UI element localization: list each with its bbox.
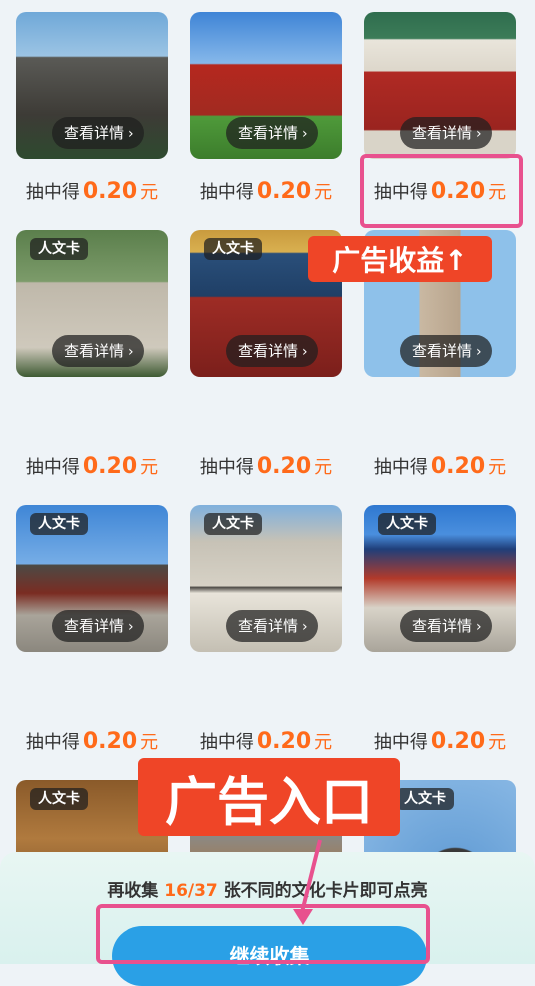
- view-details-button[interactable]: 查看详情 ›: [400, 335, 492, 367]
- card-tag: 人文卡: [378, 513, 436, 535]
- prize-label: 抽中得 0.20 元: [373, 729, 507, 754]
- chevron-right-icon: ›: [128, 126, 134, 142]
- view-details-button[interactable]: 查看详情 ›: [400, 117, 492, 149]
- prize-label: 抽中得 0.20 元: [373, 454, 507, 479]
- view-details-button[interactable]: 查看详情 ›: [52, 610, 144, 642]
- view-details-button[interactable]: 查看详情 ›: [52, 117, 144, 149]
- culture-card-3[interactable]: 查看详情 ›: [364, 12, 516, 159]
- view-details-button[interactable]: 查看详情 ›: [226, 610, 318, 642]
- view-details-button[interactable]: 查看详情 ›: [226, 335, 318, 367]
- chevron-right-icon: ›: [476, 126, 482, 142]
- chevron-right-icon: ›: [476, 619, 482, 635]
- culture-card-8[interactable]: 人文卡 查看详情 ›: [190, 505, 342, 652]
- annotation-arrowhead-icon: [293, 909, 313, 925]
- card-tag: 人文卡: [30, 513, 88, 535]
- ad-revenue-label: 广告收益↑: [308, 236, 492, 282]
- chevron-right-icon: ›: [128, 619, 134, 635]
- chevron-right-icon: ›: [302, 344, 308, 360]
- card-tag: 人文卡: [396, 788, 454, 810]
- chevron-right-icon: ›: [302, 619, 308, 635]
- culture-card-1[interactable]: 查看详情 ›: [16, 12, 168, 159]
- card-tag: 人文卡: [30, 788, 88, 810]
- card-tag: 人文卡: [30, 238, 88, 260]
- prize-label: 抽中得 0.20 元: [25, 179, 159, 204]
- culture-card-9[interactable]: 人文卡 查看详情 ›: [364, 505, 516, 652]
- view-details-button[interactable]: 查看详情 ›: [52, 335, 144, 367]
- culture-card-2[interactable]: 查看详情 ›: [190, 12, 342, 159]
- view-details-button[interactable]: 查看详情 ›: [400, 610, 492, 642]
- highlight-box-button: [96, 904, 430, 964]
- page: 查看详情 › 查看详情 › 查看详情 › 人文卡 查看详情 › 人文卡 查看详情 › 查看…: [0, 0, 535, 986]
- chevron-right-icon: ›: [302, 126, 308, 142]
- chevron-right-icon: ›: [476, 344, 482, 360]
- chevron-right-icon: ›: [128, 344, 134, 360]
- card-tag: 人文卡: [204, 238, 262, 260]
- prize-label: 抽中得 0.20 元: [199, 729, 333, 754]
- prize-label: 抽中得 0.20 元: [199, 179, 333, 204]
- view-details-button[interactable]: 查看详情 ›: [226, 117, 318, 149]
- collect-progress-text: 再收集 16/37 张不同的文化卡片即可点亮: [107, 881, 428, 901]
- prize-label: 抽中得 0.20 元: [25, 729, 159, 754]
- card-tag: 人文卡: [204, 513, 262, 535]
- culture-card-4[interactable]: 人文卡 查看详情 ›: [16, 230, 168, 377]
- highlight-box-prize: [360, 154, 523, 228]
- ad-entry-label: 广告入口: [138, 758, 400, 836]
- culture-card-7[interactable]: 人文卡 查看详情 ›: [16, 505, 168, 652]
- prize-label: 抽中得 0.20 元: [25, 454, 159, 479]
- prize-label: 抽中得 0.20 元: [199, 454, 333, 479]
